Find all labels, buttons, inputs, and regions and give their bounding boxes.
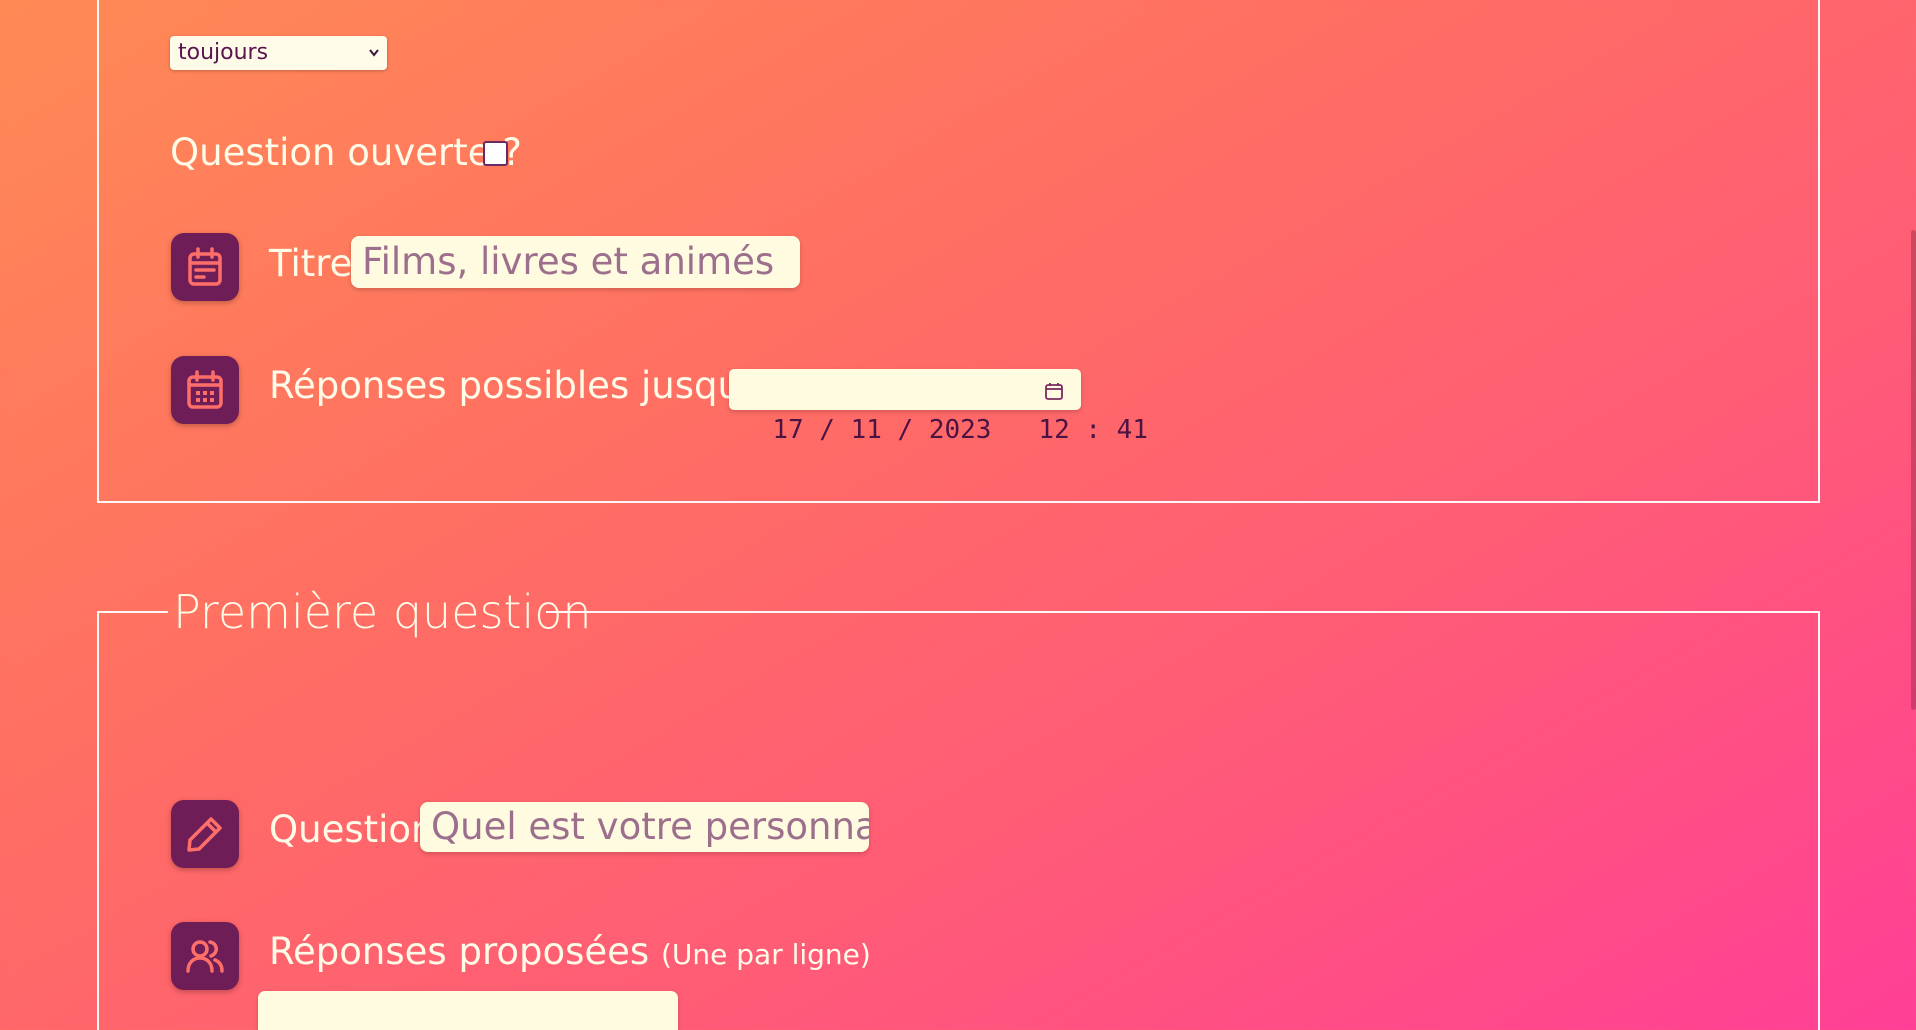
visibility-select-value: toujours xyxy=(178,40,269,65)
title-input-placeholder: Films, livres et animés xyxy=(362,240,775,283)
chevron-down-icon xyxy=(368,36,380,83)
deadline-icon-badge xyxy=(171,356,239,424)
calendar-small-icon[interactable] xyxy=(1044,381,1064,401)
page-scrollbar[interactable] xyxy=(1911,230,1916,710)
open-question-checkbox[interactable] xyxy=(483,141,508,166)
first-question-legend: Première question xyxy=(173,585,592,639)
deadline-label: Réponses possibles jusqu'au xyxy=(269,364,798,407)
pencil-icon xyxy=(187,817,222,852)
deadline-datetime-input[interactable]: 17 / 11 / 2023 12 : 41 xyxy=(729,369,1148,445)
users-icon xyxy=(186,940,224,973)
title-input[interactable]: Films, livres et animés xyxy=(351,236,800,288)
calendar-grid-icon xyxy=(187,370,223,409)
answers-label-row: Réponses proposées (Une par ligne) xyxy=(269,930,871,977)
deadline-datetime-value: 17 / 11 / 2023 12 : 41 xyxy=(772,415,1148,445)
answers-textarea[interactable] xyxy=(258,991,678,1030)
question-input-placeholder: Quel est votre personnage xyxy=(431,805,869,848)
open-question-label: Question ouverte ? xyxy=(170,131,522,174)
question-label: Question xyxy=(269,808,435,851)
title-label: Titre xyxy=(269,242,353,285)
question-icon-badge xyxy=(171,800,239,868)
answers-icon-badge xyxy=(171,922,239,990)
question-input[interactable]: Quel est votre personnage xyxy=(420,802,869,852)
calendar-page-icon xyxy=(188,247,222,286)
answers-hint: (Une par ligne) xyxy=(660,938,871,971)
visibility-select[interactable]: toujours xyxy=(170,36,387,70)
answers-label: Réponses proposées xyxy=(269,930,650,973)
title-icon-badge xyxy=(171,233,239,301)
